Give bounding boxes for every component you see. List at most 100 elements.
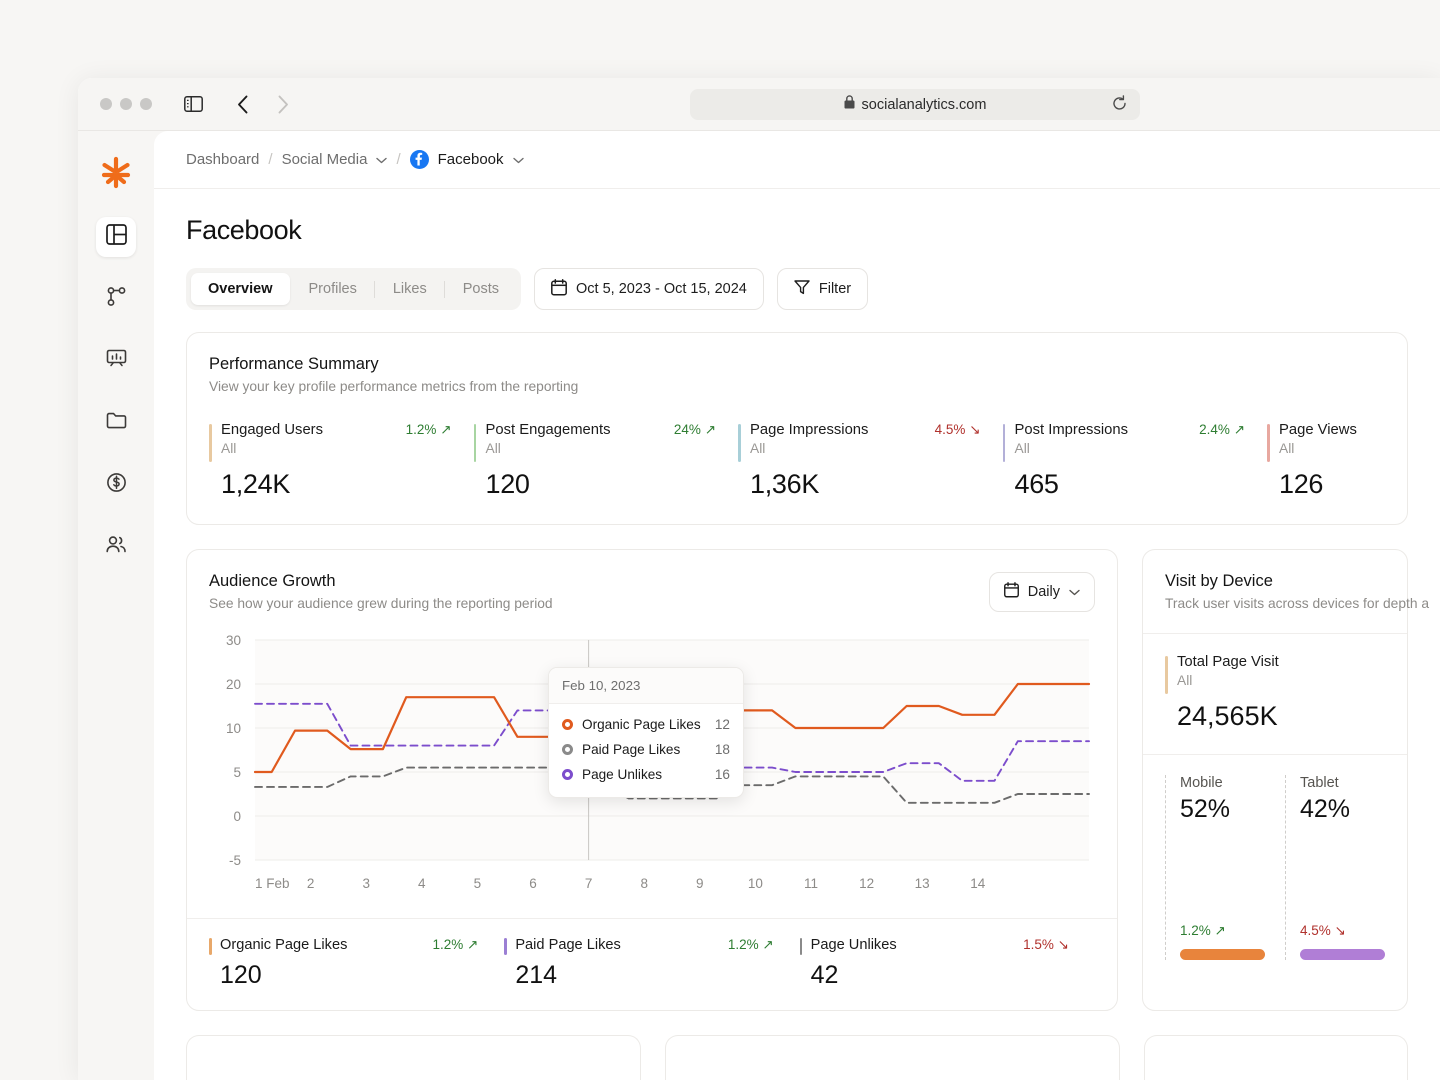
url-text: socialanalytics.com <box>861 96 987 113</box>
asterisk-logo[interactable] <box>93 149 139 195</box>
lock-icon <box>844 95 855 114</box>
metric-page-impressions[interactable]: Page Impressions All 4.5% ↘ 1,36K <box>738 422 1003 500</box>
funnel-icon <box>794 279 810 299</box>
chart-x-tick: 5 <box>474 876 482 891</box>
chevron-down-icon-2[interactable] <box>512 151 524 168</box>
audience-growth-chart[interactable]: -5 0 5 10 20 30 1 Feb 2 3 4 5 6 7 8 9 10 11 12 13 14 Feb 10… <box>209 630 1095 902</box>
facebook-icon <box>409 150 429 169</box>
sidebar-item-team[interactable] <box>96 527 136 567</box>
window-traffic-lights[interactable] <box>100 98 152 110</box>
audience-growth-title: Audience Growth <box>209 572 336 590</box>
forward-button[interactable] <box>270 91 296 117</box>
interval-select[interactable]: Daily <box>988 572 1095 612</box>
metric-delta: 4.5% ↘ <box>934 422 981 437</box>
growth-accent-bar <box>209 938 212 955</box>
tooltip-row-organic: Organic Page Likes 12 <box>562 712 730 737</box>
growth-metric-organic[interactable]: Organic Page Likes 1.2% ↗ 120 <box>209 937 504 990</box>
chart-x-tick: 8 <box>640 876 648 891</box>
metric-post-impressions[interactable]: Post Impressions All 2.4% ↗ 465 <box>1002 422 1268 500</box>
filter-label: Filter <box>818 281 852 297</box>
metric-delta: 1.2% ↗ <box>405 422 452 437</box>
metric-value: 126 <box>1279 469 1324 499</box>
tooltip-row-unlikes: Page Unlikes 16 <box>562 762 730 787</box>
sidebar-item-dashboard[interactable] <box>96 217 136 257</box>
chart-x-tick: 12 <box>859 876 874 891</box>
dollar-circle-icon <box>106 472 127 498</box>
bottom-card-2[interactable] <box>665 1035 1120 1080</box>
date-range-label: Oct 5, 2023 - Oct 15, 2024 <box>575 281 747 297</box>
total-page-visit-scope: All <box>1177 673 1193 688</box>
device-progress-bar <box>1180 949 1265 960</box>
tooltip-row-paid: Paid Page Likes 18 <box>562 737 730 762</box>
address-bar[interactable]: socialanalytics.com <box>690 89 1140 120</box>
growth-metric-paid[interactable]: Paid Page Likes 1.2% ↗ 214 <box>504 937 799 990</box>
device-tablet[interactable]: Tablet 42% 4.5% ↘ <box>1285 775 1385 960</box>
metric-label: Page Impressions <box>750 422 869 438</box>
growth-metric-label: Organic Page Likes <box>220 937 348 953</box>
series-dot-paid <box>562 744 573 755</box>
total-page-visit-value: 24,565K <box>1177 701 1278 731</box>
total-page-visit-block: Total Page Visit All 24,565K <box>1143 633 1407 754</box>
metric-accent-bar <box>1267 424 1270 462</box>
growth-accent-bar <box>799 938 803 955</box>
sidebar-item-billing[interactable] <box>96 465 136 505</box>
device-mobile[interactable]: Mobile 52% 1.2% ↗ <box>1165 775 1265 960</box>
reload-icon[interactable] <box>1111 95 1128 117</box>
device-percent: 52% <box>1180 795 1231 823</box>
main-content: Dashboard / Social Media / Facebook Face… <box>154 131 1440 1080</box>
chevron-down-icon[interactable] <box>376 151 388 168</box>
metric-page-views[interactable]: Page Views All 126 <box>1267 422 1385 500</box>
tab-overview[interactable]: Overview <box>191 273 290 305</box>
breadcrumb-item-dashboard[interactable]: Dashboard <box>186 151 259 168</box>
tab-likes[interactable]: Likes <box>373 273 444 305</box>
metric-value: 465 <box>1014 469 1059 499</box>
close-window-button[interactable] <box>100 98 112 110</box>
total-page-visit: Total Page Visit All 24,565K <box>1165 654 1385 732</box>
tooltip-series-label: Organic Page Likes <box>582 717 701 732</box>
chart-x-tick: 10 <box>748 876 763 891</box>
audience-growth-card: Audience Growth See how your audience gr… <box>186 549 1118 1011</box>
sidebar-item-reports[interactable] <box>96 341 136 381</box>
chart-y-tick: -5 <box>229 853 241 868</box>
chart-x-tick: 1 Feb <box>255 876 290 891</box>
performance-summary-card: Performance Summary View your key profil… <box>186 332 1408 525</box>
tooltip-series-value: 12 <box>714 717 730 732</box>
breadcrumb-item-facebook[interactable]: Facebook <box>438 151 504 168</box>
device-percent: 42% <box>1300 795 1351 823</box>
chart-x-tick: 6 <box>529 876 537 891</box>
chart-x-tick: 3 <box>362 876 370 891</box>
growth-metric-unlikes[interactable]: Page Unlikes 1.5% ↘ 42 <box>799 937 1095 990</box>
date-range-picker[interactable]: Oct 5, 2023 - Oct 15, 2024 <box>533 268 764 310</box>
device-name: Tablet <box>1300 775 1339 791</box>
filter-button[interactable]: Filter <box>776 268 869 310</box>
bottom-card-3[interactable] <box>1144 1035 1408 1080</box>
lower-row: Audience Growth See how your audience gr… <box>186 549 1429 1011</box>
maximize-window-button[interactable] <box>140 98 152 110</box>
tooltip-series-value: 18 <box>714 742 730 757</box>
app-sidebar <box>78 131 154 1080</box>
chart-tooltip: Feb 10, 2023 Organic Page Likes 12 Paid … <box>548 667 744 798</box>
metric-scope: All <box>750 441 766 456</box>
sidebar-toggle-icon[interactable] <box>180 91 206 117</box>
sidebar-item-files[interactable] <box>96 403 136 443</box>
users-icon <box>105 534 127 560</box>
sidebar-item-workflows[interactable] <box>96 279 136 319</box>
metric-value: 120 <box>485 469 530 499</box>
metric-delta: 24% ↗ <box>673 422 716 437</box>
metric-value: 1,36K <box>750 469 820 499</box>
metric-scope: All <box>1279 441 1295 456</box>
tab-profiles[interactable]: Profiles <box>292 273 374 305</box>
breadcrumb: Dashboard / Social Media / Facebook <box>154 131 1440 189</box>
metric-engaged-users[interactable]: Engaged Users All 1.2% ↗ 1,24K <box>209 422 474 500</box>
tab-posts[interactable]: Posts <box>443 273 516 305</box>
breadcrumb-item-social-media[interactable]: Social Media <box>282 151 368 168</box>
bottom-card-1[interactable] <box>186 1035 641 1080</box>
device-name: Mobile <box>1180 775 1223 791</box>
chart-x-tick: 13 <box>915 876 930 891</box>
device-card-title: Visit by Device <box>1165 572 1273 590</box>
tab-group: Overview Profiles Likes Posts <box>186 268 521 310</box>
back-button[interactable] <box>230 91 256 117</box>
minimize-window-button[interactable] <box>120 98 132 110</box>
metric-post-engagements[interactable]: Post Engagements All 24% ↗ 120 <box>473 422 739 500</box>
growth-metric-label: Paid Page Likes <box>515 937 621 953</box>
